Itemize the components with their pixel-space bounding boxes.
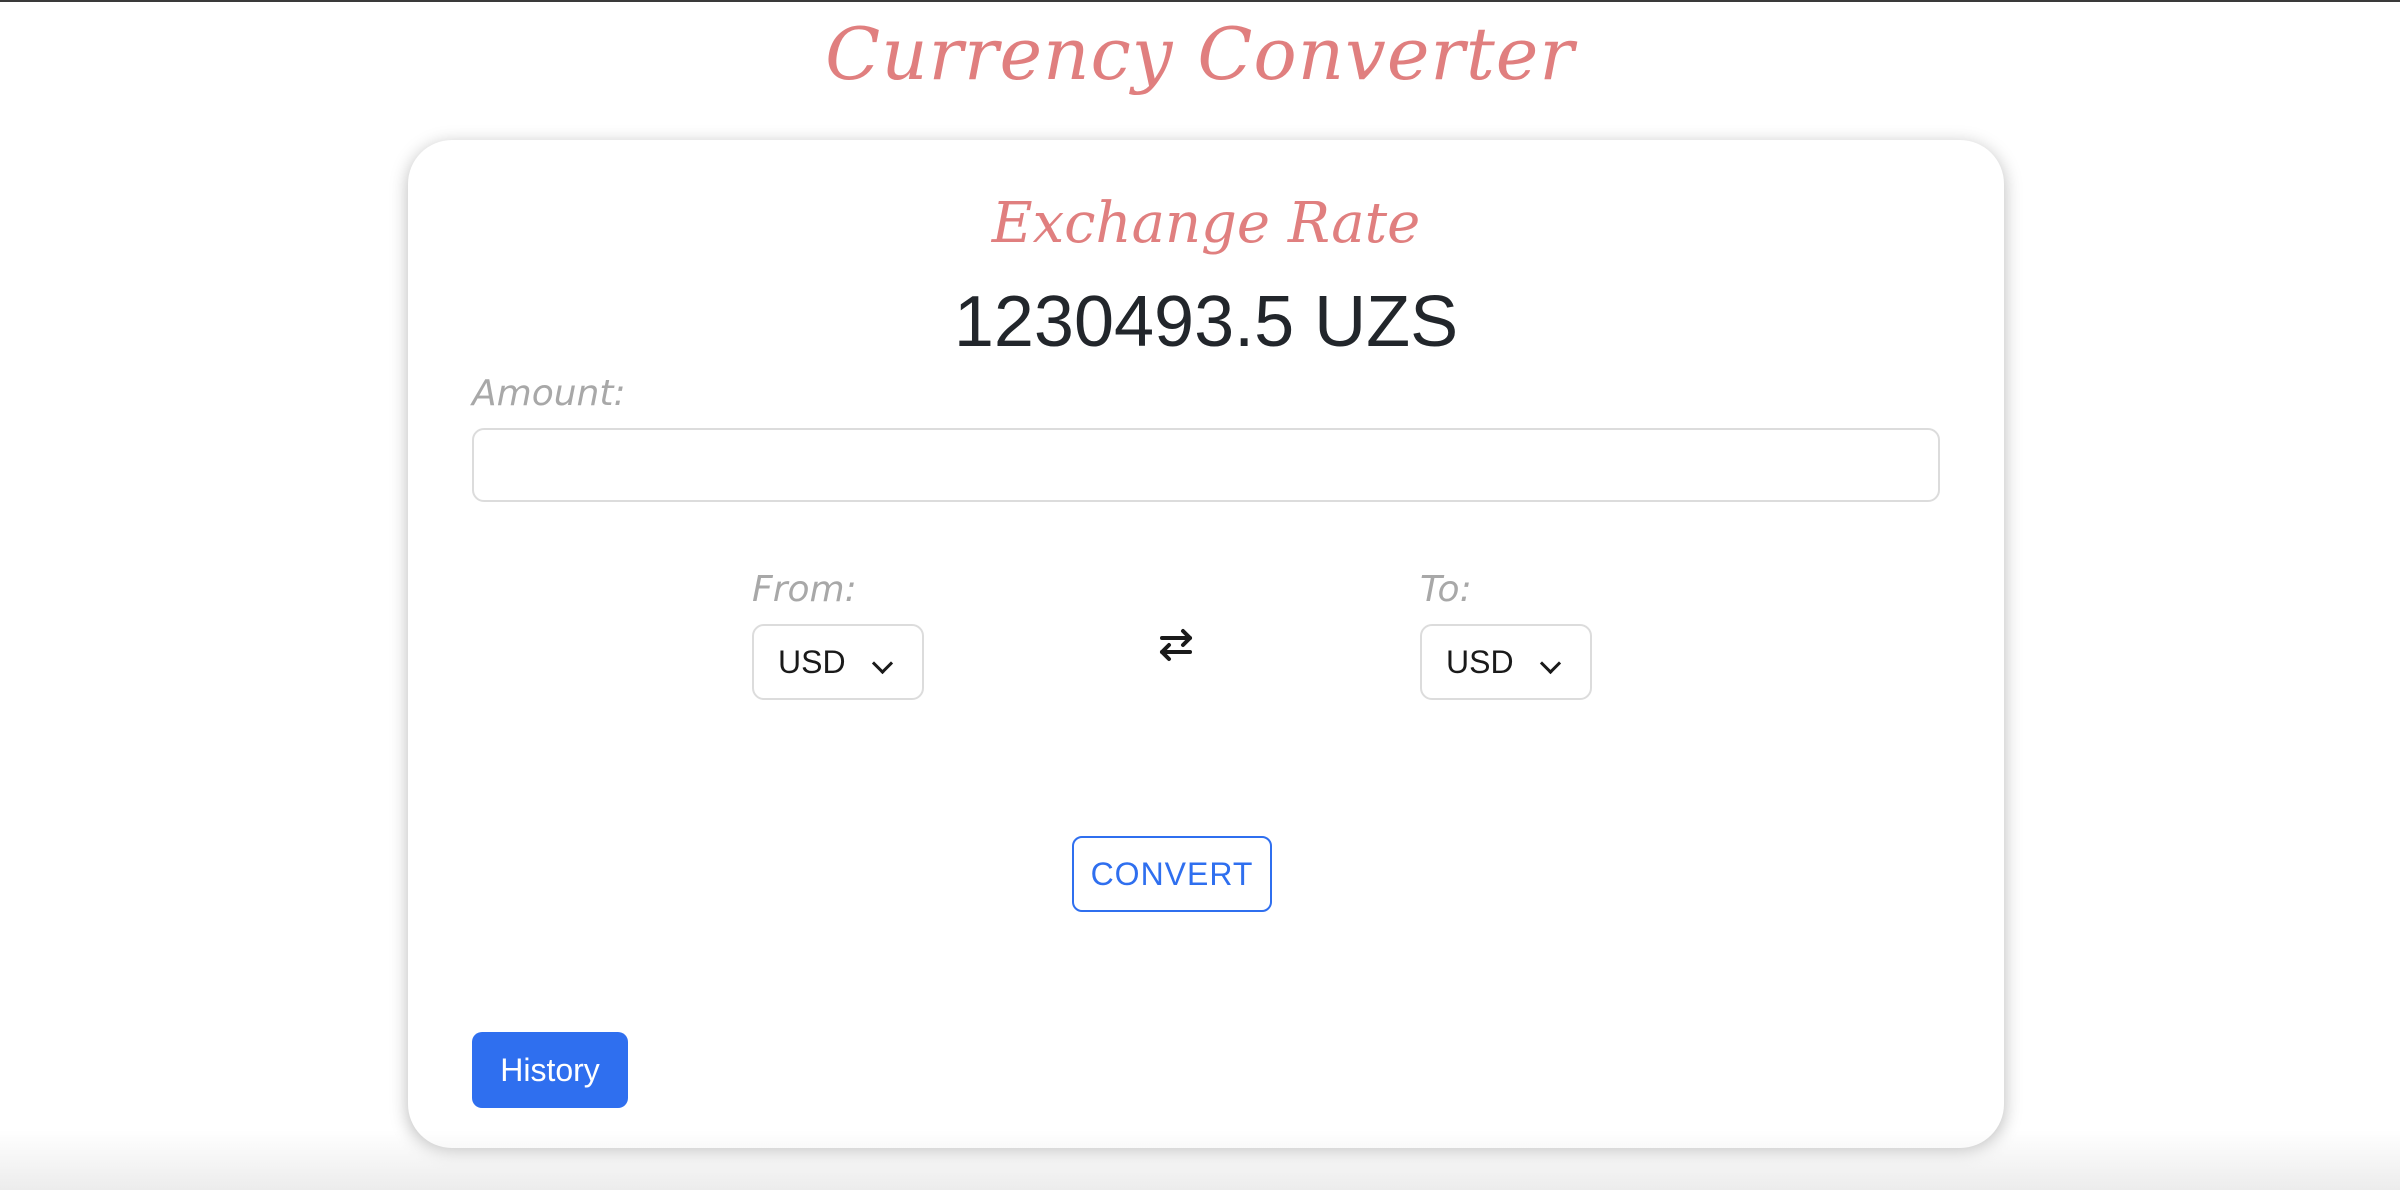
to-label: To: xyxy=(1420,569,1472,610)
from-currency-value: USD xyxy=(778,643,846,680)
bottom-fade xyxy=(0,1130,2400,1190)
exchange-rate-value: 1230493.5 UZS xyxy=(953,282,1459,362)
amount-label: Amount: xyxy=(472,373,626,414)
chevron-down-icon xyxy=(871,652,894,675)
to-currency-value: USD xyxy=(1446,643,1514,680)
history-button[interactable]: History xyxy=(472,1032,628,1108)
from-currency-select[interactable]: USD xyxy=(752,624,924,700)
converter-card: Exchange Rate 1230493.5 UZS Amount: From… xyxy=(408,140,2004,1148)
to-currency-select[interactable]: USD xyxy=(1420,624,1592,700)
convert-button[interactable]: CONVERT xyxy=(1072,836,1272,912)
exchange-rate-title: Exchange Rate xyxy=(991,191,1421,256)
amount-input[interactable] xyxy=(472,428,1940,502)
from-label: From: xyxy=(752,569,857,610)
app-title: Currency Converter xyxy=(825,12,1575,96)
swap-arrows-icon[interactable] xyxy=(1148,616,1204,672)
chevron-down-icon xyxy=(1539,652,1562,675)
